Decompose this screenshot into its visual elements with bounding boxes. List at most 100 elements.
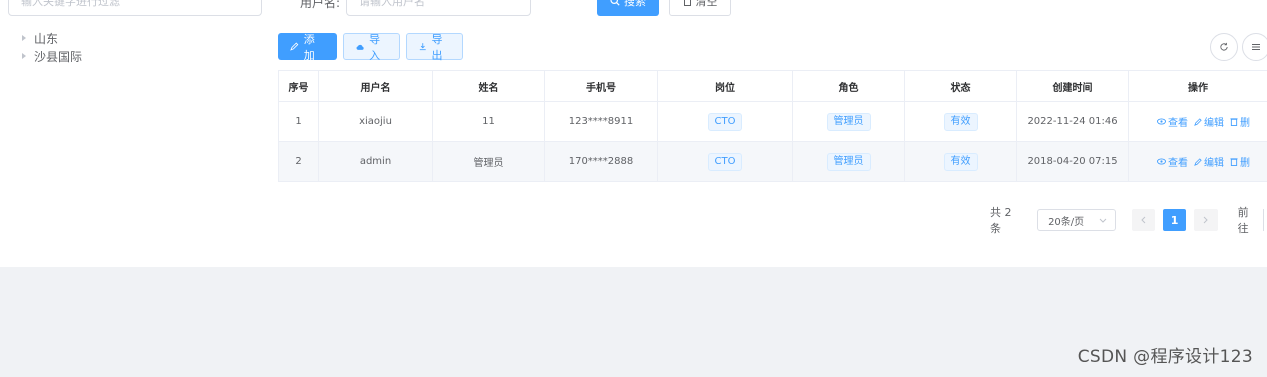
status-badge: 有效 (943, 112, 978, 131)
delete-button[interactable]: 删 (1230, 114, 1250, 129)
page-number-current[interactable]: 1 (1162, 209, 1187, 231)
cell-index: 2 (278, 142, 319, 181)
edit-icon (1194, 157, 1202, 166)
tree-node-label: 山东 (34, 31, 59, 46)
delete-icon (1230, 118, 1238, 126)
view-button[interactable]: 查看 (1157, 154, 1188, 169)
post-tag: CTO (707, 152, 743, 171)
edit-icon (290, 42, 299, 51)
caret-right-icon[interactable] (22, 53, 26, 59)
reset-button[interactable]: 清空 (669, 0, 731, 16)
pagination-total: 共 2 条 (990, 206, 1012, 235)
delete-button[interactable]: 删 (1230, 154, 1250, 169)
view-label: 查看 (1168, 158, 1188, 169)
cell-name: 管理员 (433, 142, 545, 181)
table-toolbar: 添加 导入 导出 (278, 32, 463, 62)
chevron-down-icon (1099, 218, 1106, 223)
cell-post: CTO (658, 102, 793, 141)
tree-node-label: 沙县国际 (34, 49, 83, 64)
page-size-value: 20条/页 (1048, 216, 1085, 228)
reset-button-label: 清空 (695, 0, 718, 8)
post-tag: CTO (707, 112, 743, 131)
delete-label: 删 (1240, 118, 1250, 129)
edit-icon (1194, 117, 1202, 126)
edit-button[interactable]: 编辑 (1194, 114, 1224, 129)
column-header: 角色 (793, 71, 905, 101)
chevron-right-icon (1204, 216, 1209, 224)
cell-actions: 查看 编辑 删 (1129, 142, 1267, 181)
search-button[interactable]: 搜索 (597, 0, 659, 16)
column-header: 创建时间 (1017, 71, 1129, 101)
prev-page-button[interactable] (1131, 209, 1155, 231)
username-input[interactable] (347, 0, 530, 15)
view-button[interactable]: 查看 (1157, 114, 1188, 129)
status-badge: 有效 (943, 152, 978, 171)
view-label: 查看 (1168, 118, 1188, 129)
column-settings-button[interactable] (1242, 33, 1267, 61)
column-header: 用户名 (319, 71, 433, 101)
delete-icon (683, 0, 691, 6)
column-header: 手机号 (545, 71, 658, 101)
tree-filter-field[interactable] (8, 0, 262, 16)
column-header: 序号 (278, 71, 319, 101)
cell-actions: 查看 编辑 删 (1129, 102, 1267, 141)
search-button-label: 搜索 (624, 0, 646, 8)
next-page-button[interactable] (1194, 209, 1218, 231)
edit-button[interactable]: 编辑 (1194, 154, 1224, 169)
cell-role: 管理员 (793, 102, 905, 141)
tree-filter-input[interactable] (9, 0, 261, 15)
refresh-icon (1220, 42, 1228, 51)
export-button[interactable]: 导出 (406, 32, 463, 62)
edit-label: 编辑 (1204, 118, 1224, 129)
export-button-label: 导出 (431, 32, 443, 62)
eye-icon (1157, 158, 1166, 165)
column-header: 操作 (1188, 82, 1208, 94)
search-icon (610, 0, 620, 6)
cell-name: 11 (433, 102, 545, 141)
cell-created: 2018-04-20 07:15 (1017, 142, 1129, 181)
page-size-select[interactable]: 20条/页 (1037, 209, 1116, 231)
filter-columns-icon (1252, 44, 1260, 50)
import-button[interactable]: 导入 (343, 32, 400, 62)
cell-phone: 170****2888 (545, 142, 658, 181)
column-header: 岗位 (658, 71, 793, 101)
role-tag: 管理员 (826, 152, 871, 171)
import-button-label: 导入 (369, 32, 381, 62)
chevron-left-icon (1140, 216, 1146, 224)
cell-phone: 123****8911 (545, 102, 658, 141)
jump-page-input[interactable] (1263, 209, 1267, 231)
cell-username: xiaojiu (319, 102, 433, 141)
eye-icon (1157, 118, 1166, 125)
cell-status: 有效 (905, 142, 1017, 181)
column-header: 姓名 (433, 71, 545, 101)
cell-username: admin (319, 142, 433, 181)
add-button[interactable]: 添加 (278, 32, 337, 62)
watermark: CSDN @程序设计123 (1077, 347, 1253, 367)
cell-index: 1 (278, 102, 319, 141)
table-row[interactable]: 2 admin 管理员 170****2888 CTO 管理员 有效 2018-… (278, 142, 1267, 182)
refresh-button[interactable] (1210, 33, 1238, 61)
column-header: 状态 (905, 71, 1017, 101)
role-tag: 管理员 (826, 112, 871, 131)
table-row[interactable]: 1 xiaojiu 11 123****8911 CTO 管理员 有效 2022… (278, 102, 1267, 142)
delete-label: 删 (1240, 158, 1250, 169)
edit-label: 编辑 (1204, 158, 1224, 169)
caret-right-icon[interactable] (22, 35, 26, 41)
tree-node-shaxian[interactable]: 沙县国际 (20, 47, 82, 65)
main-panel: 山东 沙县国际 用户名: 搜索 清空 添加 导入 导出 (0, 0, 1267, 267)
jump-label: 前往 (1237, 206, 1249, 235)
user-table: 序号 用户名 姓名 手机号 岗位 角色 状态 创建时间 操作 1 xiaojiu… (278, 70, 1267, 182)
dept-tree: 山东 沙县国际 (20, 29, 82, 65)
download-icon (419, 43, 426, 51)
delete-icon (1230, 158, 1238, 166)
tree-node-shandong[interactable]: 山东 (20, 29, 82, 47)
table-header: 序号 用户名 姓名 手机号 岗位 角色 状态 创建时间 操作 (278, 70, 1267, 102)
cell-created: 2022-11-24 01:46 (1017, 102, 1129, 141)
cell-status: 有效 (905, 102, 1017, 141)
add-button-label: 添加 (303, 32, 315, 62)
cell-role: 管理员 (793, 142, 905, 181)
username-field[interactable] (346, 0, 531, 16)
upload-cloud-icon (356, 44, 364, 50)
cell-post: CTO (658, 142, 793, 181)
pagination: 共 2 条 20条/页 1 前往 (990, 204, 1267, 236)
